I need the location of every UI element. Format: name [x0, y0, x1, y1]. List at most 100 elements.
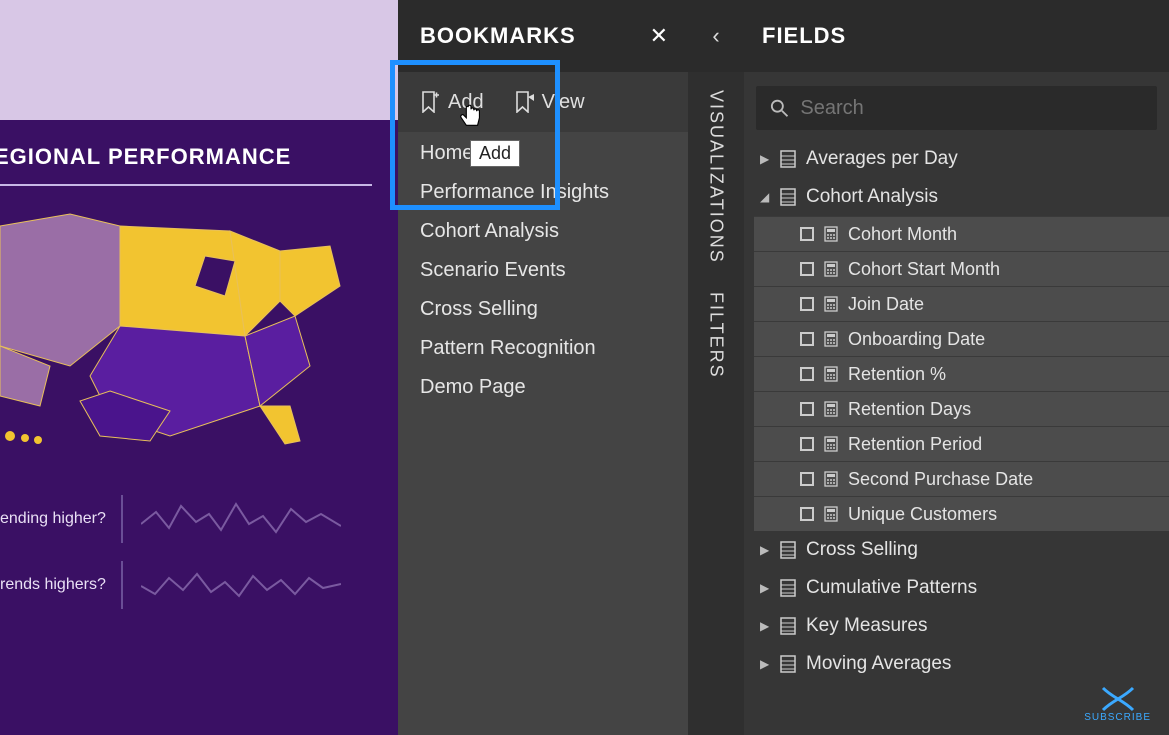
filters-tab[interactable]: FILTERS	[706, 292, 727, 379]
field-name: Retention Days	[848, 399, 971, 420]
sparkline-icon	[141, 560, 341, 610]
bookmark-item[interactable]: Home	[420, 142, 688, 165]
field-name: Onboarding Date	[848, 329, 985, 350]
view-bookmark-button[interactable]: View	[514, 91, 585, 114]
search-input[interactable]	[800, 97, 1143, 120]
table-icon	[780, 579, 796, 597]
calculator-icon	[824, 436, 838, 452]
chevron-right-icon: ▶	[760, 619, 770, 633]
divider	[121, 495, 123, 543]
field-row[interactable]: Cohort Start Month	[754, 251, 1169, 286]
checkbox[interactable]	[800, 262, 814, 276]
table-name: Cohort Analysis	[806, 186, 938, 208]
bookmark-list: Home Performance Insights Cohort Analysi…	[398, 132, 688, 399]
table-row[interactable]: ◢ Cohort Analysis	[754, 178, 1169, 216]
visualizations-tab[interactable]: VISUALIZATIONS	[706, 90, 727, 264]
search-input-wrap[interactable]	[756, 86, 1157, 130]
close-icon[interactable]: ✕	[650, 23, 668, 49]
checkbox[interactable]	[800, 367, 814, 381]
calculator-icon	[824, 296, 838, 312]
calculator-icon	[824, 261, 838, 277]
divider	[0, 184, 372, 186]
chevron-right-icon: ▶	[760, 657, 770, 671]
chevron-down-icon: ◢	[760, 190, 770, 204]
table-name: Averages per Day	[806, 148, 958, 170]
calculator-icon	[824, 401, 838, 417]
field-row[interactable]: Retention Days	[754, 391, 1169, 426]
chevron-right-icon: ▶	[760, 581, 770, 595]
table-name: Moving Averages	[806, 653, 951, 675]
spark-row-2[interactable]: rends highers?	[0, 552, 398, 618]
bookmark-item[interactable]: Demo Page	[420, 376, 688, 399]
bookmark-item[interactable]: Performance Insights	[420, 181, 688, 204]
calculator-icon	[824, 331, 838, 347]
table-icon	[780, 188, 796, 206]
spark-label: ending higher?	[0, 510, 115, 528]
calculator-icon	[824, 226, 838, 242]
field-name: Cohort Month	[848, 224, 957, 245]
table-name: Cross Selling	[806, 539, 918, 561]
field-row[interactable]: Onboarding Date	[754, 321, 1169, 356]
bookmark-item[interactable]: Cross Selling	[420, 298, 688, 321]
table-row[interactable]: ▶ Cross Selling	[754, 531, 1169, 569]
bookmark-item[interactable]: Pattern Recognition	[420, 337, 688, 360]
table-name: Key Measures	[806, 615, 927, 637]
chevron-left-icon[interactable]: ‹	[712, 23, 719, 49]
bookmarks-pane: BOOKMARKS ✕ Add View Home Performance In…	[398, 0, 688, 735]
calculator-icon	[824, 506, 838, 522]
table-row[interactable]: ▶ Key Measures	[754, 607, 1169, 645]
table-row[interactable]: ▶ Averages per Day	[754, 140, 1169, 178]
chevron-right-icon: ▶	[760, 543, 770, 557]
field-name: Retention Period	[848, 434, 982, 455]
field-name: Unique Customers	[848, 504, 997, 525]
checkbox[interactable]	[800, 332, 814, 346]
spark-row-1[interactable]: ending higher?	[0, 486, 398, 552]
field-row[interactable]: Retention %	[754, 356, 1169, 391]
bookmark-view-icon	[514, 91, 534, 113]
field-name: Retention %	[848, 364, 946, 385]
table-row[interactable]: ▶ Moving Averages	[754, 645, 1169, 683]
calculator-icon	[824, 471, 838, 487]
checkbox[interactable]	[800, 227, 814, 241]
checkbox[interactable]	[800, 297, 814, 311]
field-name: Cohort Start Month	[848, 259, 1000, 280]
subscribe-label: SUBSCRIBE	[1084, 712, 1151, 723]
fields-title: FIELDS	[762, 23, 846, 49]
region-title: EGIONAL PERFORMANCE	[0, 144, 398, 184]
field-name: Join Date	[848, 294, 924, 315]
bookmark-add-icon	[420, 91, 440, 113]
sparkline-icon	[141, 494, 341, 544]
report-canvas[interactable]: EGIONAL PERFORMANCE	[0, 0, 398, 735]
add-label: Add	[448, 91, 484, 114]
search-icon	[770, 98, 788, 118]
bookmark-item[interactable]: Cohort Analysis	[420, 220, 688, 243]
spark-label: rends highers?	[0, 576, 115, 594]
table-icon	[780, 541, 796, 559]
checkbox[interactable]	[800, 402, 814, 416]
field-row[interactable]: Unique Customers	[754, 496, 1169, 531]
field-row[interactable]: Cohort Month	[754, 216, 1169, 251]
checkbox[interactable]	[800, 472, 814, 486]
field-row[interactable]: Join Date	[754, 286, 1169, 321]
field-row[interactable]: Retention Period	[754, 426, 1169, 461]
field-row[interactable]: Second Purchase Date	[754, 461, 1169, 496]
table-name: Cumulative Patterns	[806, 577, 977, 599]
collapsed-panes-strip: ‹ VISUALIZATIONS FILTERS	[688, 0, 744, 735]
calculator-icon	[824, 366, 838, 382]
checkbox[interactable]	[800, 437, 814, 451]
checkbox[interactable]	[800, 507, 814, 521]
dna-icon	[1101, 686, 1135, 712]
table-row[interactable]: ▶ Cumulative Patterns	[754, 569, 1169, 607]
field-name: Second Purchase Date	[848, 469, 1033, 490]
add-bookmark-button[interactable]: Add	[420, 91, 484, 114]
table-icon	[780, 617, 796, 635]
subscribe-badge[interactable]: SUBSCRIBE	[1084, 686, 1151, 723]
table-icon	[780, 655, 796, 673]
view-label: View	[542, 91, 585, 114]
fields-pane: FIELDS ▶ Averages per Day ◢ Cohort Analysis…	[744, 0, 1169, 735]
bookmarks-title: BOOKMARKS	[420, 23, 576, 49]
bookmark-item[interactable]: Scenario Events	[420, 259, 688, 282]
us-map-visual[interactable]	[0, 206, 350, 446]
chevron-right-icon: ▶	[760, 152, 770, 166]
table-icon	[780, 150, 796, 168]
